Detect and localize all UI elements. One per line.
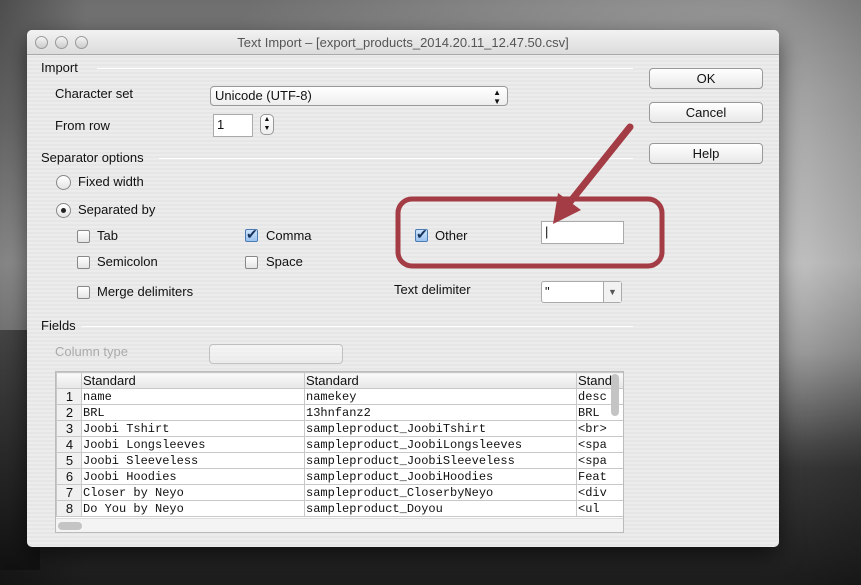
annotation-overlay: [395, 123, 665, 269]
annotation-arrow-shaft: [562, 123, 634, 211]
highlight-rectangle: [395, 196, 665, 269]
